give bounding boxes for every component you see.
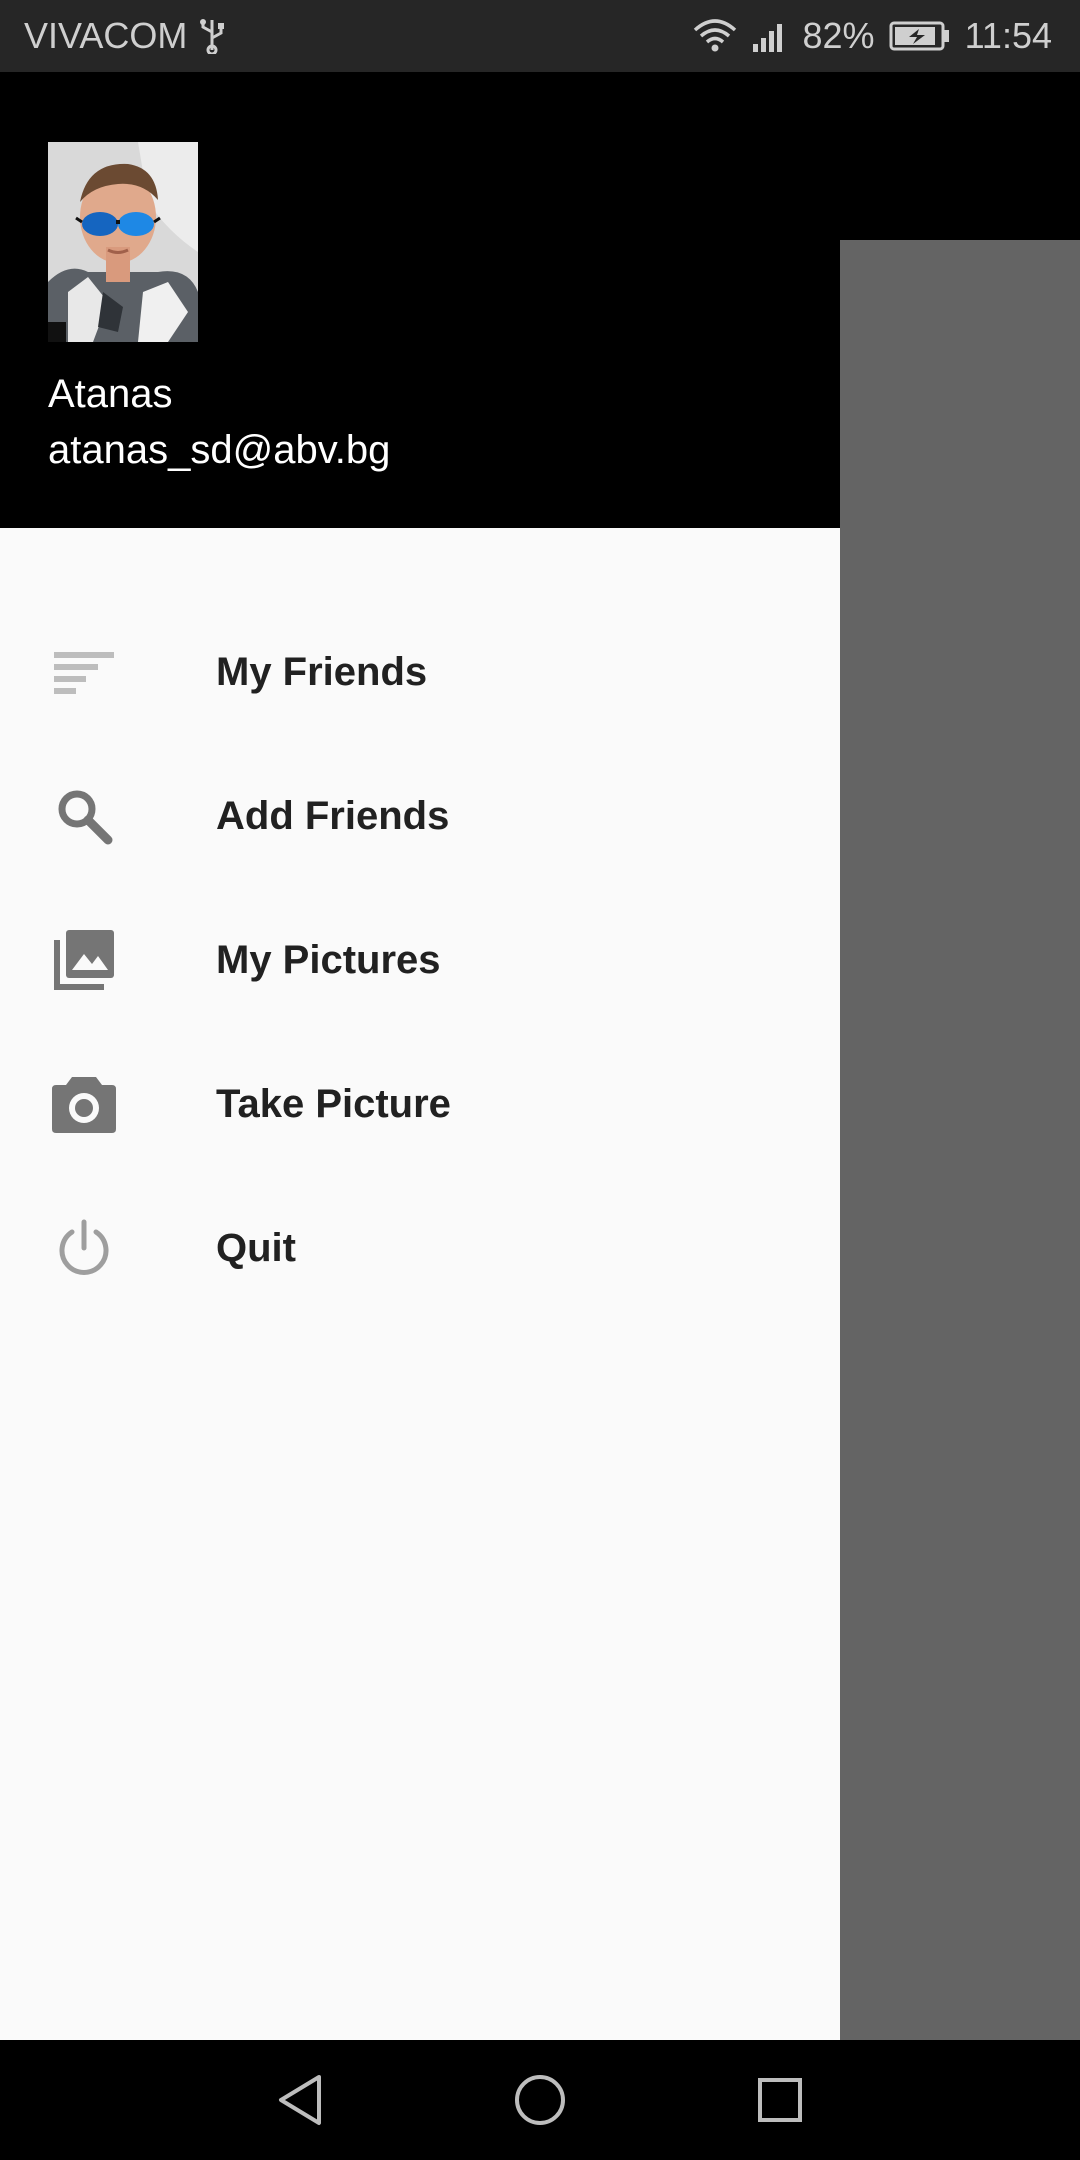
drawer-menu: My Friends Add Friends My Pictures Take … xyxy=(0,600,840,1320)
menu-item-label: My Pictures xyxy=(216,938,441,982)
sort-list-icon xyxy=(48,636,120,708)
user-email: atanas_sd@abv.bg xyxy=(48,428,391,472)
status-left: VIVACOM xyxy=(24,0,225,72)
menu-item-take-picture[interactable]: Take Picture xyxy=(0,1032,840,1176)
menu-item-label: Add Friends xyxy=(216,794,450,838)
menu-item-my-pictures[interactable]: My Pictures xyxy=(0,888,840,1032)
menu-item-add-friends[interactable]: Add Friends xyxy=(0,744,840,888)
power-icon xyxy=(48,1212,120,1284)
menu-item-my-friends[interactable]: My Friends xyxy=(0,600,840,744)
drawer-header: Atanas atanas_sd@abv.bg xyxy=(0,72,840,528)
search-icon xyxy=(48,780,120,852)
wifi-icon xyxy=(693,18,737,54)
system-nav-bar xyxy=(0,2040,1080,2160)
menu-item-label: My Friends xyxy=(216,650,428,694)
menu-item-label: Quit xyxy=(216,1226,296,1270)
drawer-scrim[interactable] xyxy=(840,240,1080,2040)
recents-icon[interactable] xyxy=(750,2070,810,2130)
clock: 11:54 xyxy=(964,15,1052,56)
home-icon[interactable] xyxy=(510,2070,570,2130)
user-name: Atanas xyxy=(48,372,173,416)
battery-charging-icon xyxy=(889,20,951,52)
camera-icon xyxy=(48,1068,120,1140)
back-icon[interactable] xyxy=(270,2070,330,2130)
menu-item-label: Take Picture xyxy=(216,1082,451,1126)
status-right: 82% 11:54 xyxy=(693,0,1052,72)
signal-icon xyxy=(751,18,789,54)
battery-percent: 82% xyxy=(802,15,875,56)
status-bar: VIVACOM 82% 11:54 xyxy=(0,0,1080,72)
avatar[interactable] xyxy=(48,142,198,342)
usb-icon xyxy=(199,18,225,54)
navigation-drawer: Atanas atanas_sd@abv.bg My Friends Add F… xyxy=(0,72,840,2040)
carrier-name: VIVACOM xyxy=(24,15,188,56)
photo-library-icon xyxy=(48,924,120,996)
menu-item-quit[interactable]: Quit xyxy=(0,1176,840,1320)
